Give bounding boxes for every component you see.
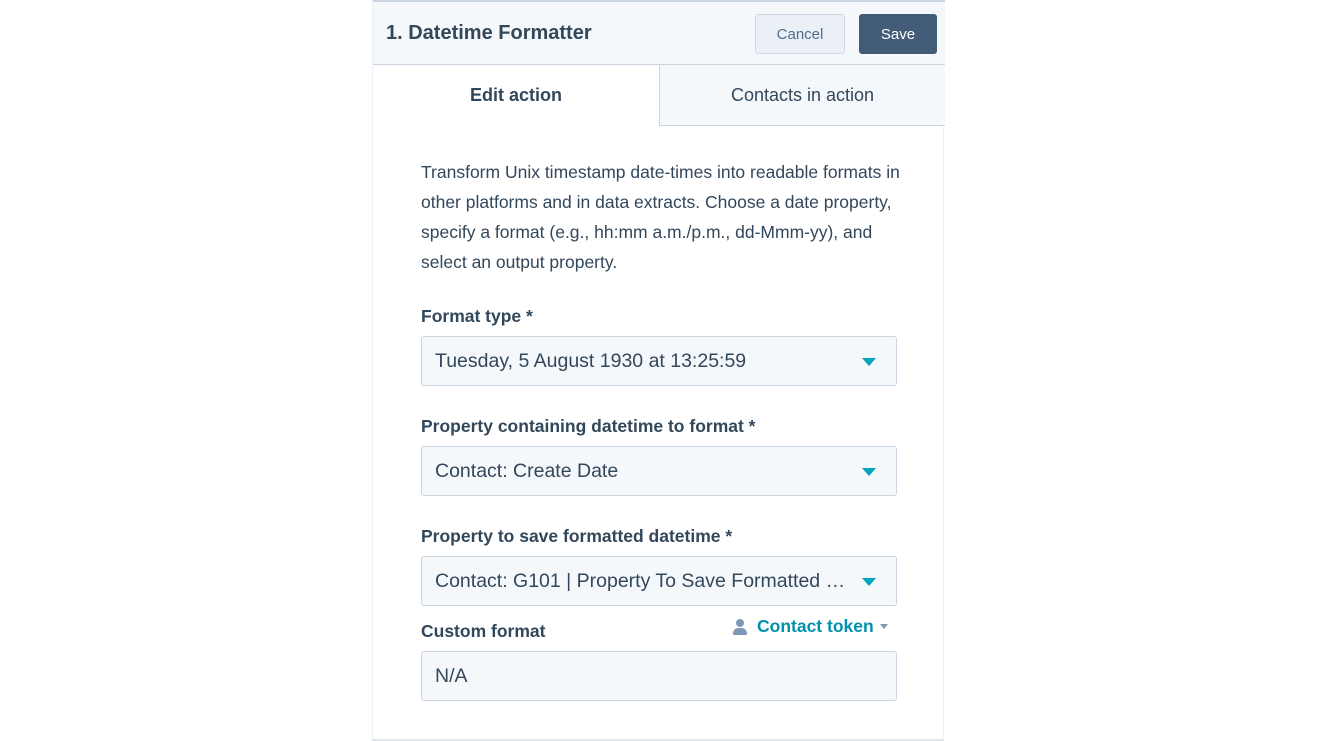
format-type-label: Format type *	[421, 306, 533, 326]
chevron-down-icon	[862, 358, 876, 366]
target-property-select[interactable]: Contact: G101 | Property To Save Formatt…	[421, 556, 897, 606]
source-property-value: Contact: Create Date	[435, 459, 619, 482]
action-editor-panel: 1. Datetime Formatter Cancel Save Edit a…	[372, 0, 945, 741]
panel-header: 1. Datetime Formatter Cancel Save	[373, 0, 945, 65]
tab-contacts-in-action[interactable]: Contacts in action	[659, 65, 945, 126]
target-property-label: Property to save formatted datetime *	[421, 526, 733, 546]
chevron-down-icon	[862, 468, 876, 476]
save-button[interactable]: Save	[859, 14, 937, 54]
source-property-label: Property containing datetime to format *	[421, 416, 756, 436]
source-property-select[interactable]: Contact: Create Date	[421, 446, 897, 496]
contact-token-menu[interactable]: Contact token	[733, 616, 888, 637]
target-property-value: Contact: G101 | Property To Save Formatt…	[435, 569, 856, 592]
custom-format-label: Custom format	[421, 621, 546, 641]
format-type-value: Tuesday, 5 August 1930 at 13:25:59	[435, 349, 747, 372]
chevron-down-icon	[862, 578, 876, 586]
cancel-button[interactable]: Cancel	[755, 14, 845, 54]
panel-title: 1. Datetime Formatter	[386, 22, 592, 44]
tab-edit-action[interactable]: Edit action	[373, 65, 659, 126]
custom-format-input[interactable]	[421, 651, 897, 701]
person-icon	[733, 618, 747, 635]
caret-down-icon	[879, 624, 888, 629]
contact-token-label: Contact token	[757, 616, 874, 636]
format-type-select[interactable]: Tuesday, 5 August 1930 at 13:25:59	[421, 336, 897, 386]
action-description: Transform Unix timestamp date-times into…	[421, 162, 900, 272]
